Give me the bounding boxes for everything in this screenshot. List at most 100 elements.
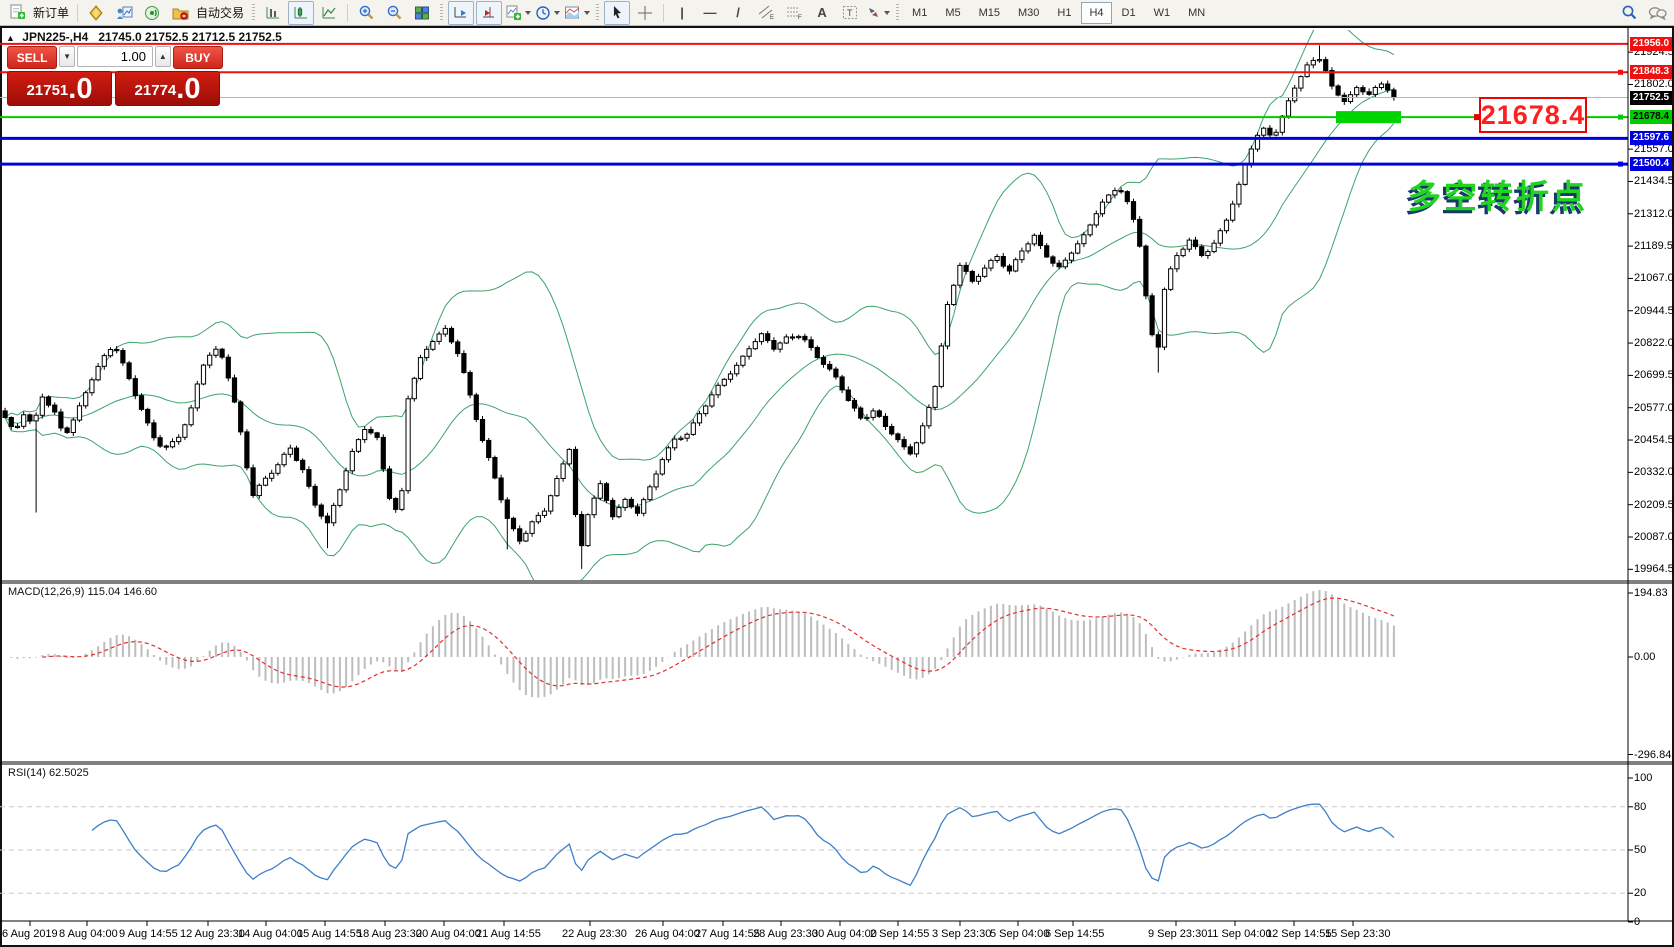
tile-windows-button[interactable] (409, 1, 435, 25)
sell-button[interactable]: SELL (7, 46, 58, 69)
crosshair-button[interactable] (632, 1, 658, 25)
trendline-button[interactable]: / (725, 1, 751, 25)
chart-ohlc-values: 21745.0 21752.5 21712.5 21752.5 (98, 30, 282, 44)
signals-icon (145, 5, 160, 20)
rsi-axis-label: 0 (1634, 916, 1641, 928)
arrows-button[interactable] (865, 1, 891, 25)
chart-window[interactable] (0, 26, 1674, 947)
price-badge-21848.3: 21848.3 (1630, 65, 1672, 80)
timeframe-m1[interactable]: M1 (904, 2, 935, 24)
line-chart-button[interactable] (316, 1, 342, 25)
clock-icon (536, 5, 550, 20)
price-tick-label: 20332.0 (1634, 466, 1674, 479)
time-axis-label: 5 Sep 04:00 (990, 928, 1050, 940)
templates-button[interactable] (563, 1, 591, 25)
chat-button[interactable] (1644, 1, 1670, 25)
toolbar-drag-handle[interactable] (596, 3, 600, 22)
autotrading-button[interactable] (167, 1, 193, 25)
rsi-label: RSI(14) 62.5025 (8, 767, 89, 779)
candlestick-chart-button[interactable] (288, 0, 315, 25)
timeframe-mn[interactable]: MN (1180, 2, 1213, 24)
collapse-icon[interactable]: ▲ (6, 33, 15, 43)
autotrading-icon (172, 8, 189, 20)
turning-point-text[interactable]: 多空转折点 (1408, 170, 1588, 218)
auto-scroll-button[interactable] (448, 0, 475, 25)
timeframe-m15[interactable]: M15 (971, 2, 1008, 24)
rsi-axis-label: 80 (1634, 800, 1647, 813)
search-button[interactable] (1616, 1, 1642, 25)
bar-chart-button[interactable] (260, 1, 286, 25)
time-axis-label: 12 Aug 23:30 (180, 928, 245, 940)
price-tick-label: 20699.5 (1634, 369, 1674, 382)
rsi-axis-label: 100 (1634, 772, 1653, 784)
dropdown-arrow-icon (584, 10, 591, 15)
price-badge-21956.0: 21956.0 (1630, 36, 1672, 51)
dropdown-arrow-icon (525, 10, 532, 15)
buy-price-main: 21774 (134, 82, 177, 99)
toolbar-drag-handle[interactable] (896, 3, 900, 22)
timeframe-m30[interactable]: M30 (1010, 2, 1047, 24)
text-icon: A (817, 5, 827, 20)
price-badge-21752.5: 21752.5 (1630, 90, 1672, 105)
macd-label: MACD(12,26,9) 115.04 146.60 (8, 586, 157, 598)
auto-scroll-icon (454, 6, 467, 17)
timeframe-h4[interactable]: H4 (1081, 1, 1112, 24)
price-tick-label: 20454.5 (1634, 434, 1674, 447)
sell-price-box[interactable]: 21751 .0 (7, 71, 112, 106)
timeframe-m5[interactable]: M5 (937, 2, 968, 24)
rsi-axis-label: 50 (1634, 844, 1647, 856)
mql-editor-button[interactable] (83, 1, 109, 25)
chart-shift-button[interactable] (476, 0, 503, 25)
equidistant-channel-icon: E (758, 5, 774, 20)
price-tick-label: 21189.5 (1634, 240, 1673, 253)
periods-button[interactable] (534, 1, 561, 25)
timeframe-h1[interactable]: H1 (1049, 2, 1079, 24)
candlestick-chart-icon (294, 6, 308, 18)
volume-decrease-button[interactable]: ▼ (59, 46, 75, 67)
time-axis-label: 15 Sep 23:30 (1325, 928, 1391, 940)
new-order-button[interactable] (4, 1, 30, 25)
time-axis-label: 3 Sep 23:30 (932, 928, 992, 940)
toolbar-drag-handle[interactable] (252, 3, 256, 22)
market-watch-button[interactable] (111, 1, 137, 25)
horizontal-line-button[interactable]: — (697, 1, 723, 25)
macd-axis-label: 0.00 (1634, 651, 1656, 663)
text-label-button[interactable]: T (837, 1, 863, 25)
indicators-button[interactable] (504, 1, 532, 25)
volume-input[interactable] (77, 46, 153, 67)
time-axis-label: 18 Aug 23:30 (357, 928, 422, 940)
dropdown-arrow-icon (884, 10, 891, 15)
buy-button[interactable]: BUY (172, 46, 223, 69)
toolbar-separator (663, 3, 665, 22)
toolbar-drag-handle[interactable] (440, 3, 444, 22)
time-axis-label: 2 Sep 14:55 (870, 928, 930, 940)
text-button[interactable]: A (809, 1, 835, 25)
cursor-button[interactable] (604, 0, 631, 25)
channel-button[interactable]: E (753, 1, 779, 25)
price-callout-label[interactable]: 21678.4 (1479, 97, 1587, 133)
vertical-line-button[interactable]: | (669, 1, 695, 25)
time-axis-label: 26 Aug 04:00 (635, 928, 700, 940)
price-tick-label: 20944.5 (1634, 304, 1674, 317)
price-tick-label: 20577.0 (1634, 401, 1674, 414)
time-axis-label: 12 Sep 14:55 (1266, 928, 1332, 940)
autotrading-label[interactable]: 自动交易 (196, 4, 244, 21)
rsi-axis-label: 20 (1634, 887, 1647, 900)
timeframe-d1[interactable]: D1 (1114, 2, 1144, 24)
sell-price-pips: .0 (68, 73, 93, 105)
signals-button[interactable] (139, 1, 165, 25)
template-icon (565, 6, 580, 18)
new-order-label[interactable]: 新订单 (33, 4, 69, 21)
price-tick-label: 21312.0 (1634, 207, 1674, 220)
zoom-in-button[interactable] (353, 1, 379, 25)
timeframe-w1[interactable]: W1 (1146, 2, 1179, 24)
fibonacci-button[interactable]: F (781, 1, 807, 25)
volume-increase-button[interactable]: ▲ (155, 46, 171, 67)
profile-chart-icon (116, 6, 133, 19)
dropdown-arrow-icon (554, 10, 561, 15)
buy-price-box[interactable]: 21774 .0 (115, 71, 220, 106)
chat-icon (1648, 6, 1667, 20)
price-tick-label: 21067.0 (1634, 272, 1674, 285)
time-axis-label: 21 Aug 14:55 (476, 928, 541, 940)
zoom-out-button[interactable] (381, 1, 407, 25)
